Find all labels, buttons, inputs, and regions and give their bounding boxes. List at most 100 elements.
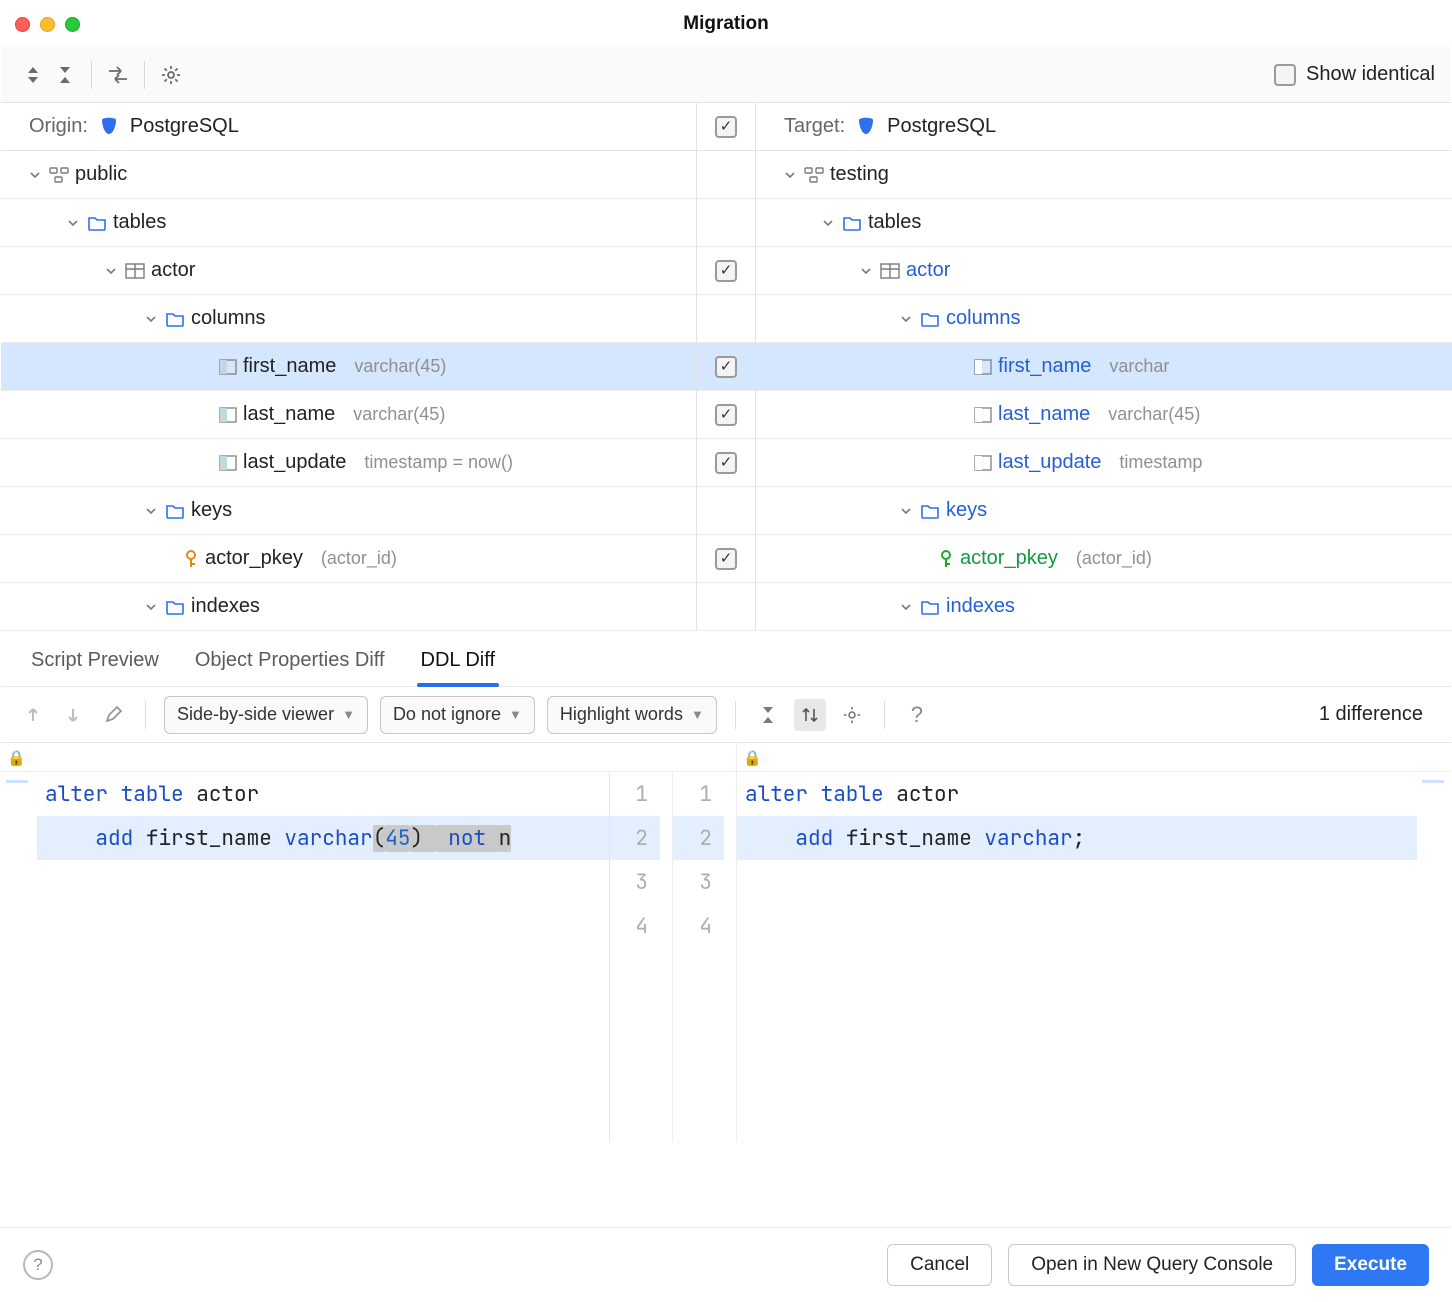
chevron-down-icon: ▼ xyxy=(342,707,355,722)
tree-column[interactable]: first_namevarchar(45) xyxy=(1,343,696,391)
tree-columns[interactable]: columns xyxy=(1,295,696,343)
tree-column[interactable]: last_updatetimestamp = now() xyxy=(1,439,696,487)
expand-all-icon[interactable] xyxy=(17,66,49,84)
tree-indexes[interactable]: indexes xyxy=(756,583,1452,631)
swap-icon[interactable] xyxy=(102,66,134,84)
cancel-button[interactable]: Cancel xyxy=(887,1244,992,1286)
checkbox-icon[interactable] xyxy=(715,404,737,426)
diff-count-label: 1 difference xyxy=(1319,703,1433,726)
tab-script preview[interactable]: Script Preview xyxy=(31,649,159,686)
tree-check[interactable] xyxy=(697,343,755,391)
edit-icon[interactable] xyxy=(99,706,127,724)
chevron-down-icon[interactable] xyxy=(105,265,119,277)
tree-tables[interactable]: tables xyxy=(1,199,696,247)
folder-icon xyxy=(842,215,862,231)
postgresql-icon xyxy=(855,116,877,138)
chevron-down-icon[interactable] xyxy=(145,601,159,613)
tab-object properties diff[interactable]: Object Properties Diff xyxy=(195,649,385,686)
gear-icon[interactable] xyxy=(155,65,187,85)
execute-button[interactable]: Execute xyxy=(1312,1244,1429,1286)
column-icon xyxy=(219,455,237,471)
tree-column-label: last_update xyxy=(998,451,1101,474)
tree-indexes[interactable]: indexes xyxy=(1,583,696,631)
tree-table[interactable]: actor xyxy=(756,247,1452,295)
show-identical-toggle[interactable]: Show identical xyxy=(1274,63,1435,86)
chevron-down-icon: ▼ xyxy=(509,707,522,722)
tree-keys[interactable]: keys xyxy=(756,487,1452,535)
ignore-dropdown[interactable]: Do not ignore ▼ xyxy=(380,696,535,734)
checkbox-icon[interactable] xyxy=(715,260,737,282)
chevron-down-icon[interactable] xyxy=(145,313,159,325)
checkbox-icon[interactable] xyxy=(715,356,737,378)
tree-schema[interactable]: public xyxy=(1,151,696,199)
chevron-down-icon[interactable] xyxy=(145,505,159,517)
tree-column[interactable]: last_updatetimestamp xyxy=(756,439,1452,487)
dialog-footer: ? Cancel Open in New Query Console Execu… xyxy=(1,1227,1451,1301)
tree-table[interactable]: actor xyxy=(1,247,696,295)
view-mode-dropdown[interactable]: Side-by-side viewer ▼ xyxy=(164,696,368,734)
tree-column[interactable]: last_namevarchar(45) xyxy=(1,391,696,439)
sync-scroll-icon[interactable] xyxy=(794,699,826,731)
lock-left: 🔒 xyxy=(1,743,736,771)
line-number: 3 xyxy=(610,860,660,904)
code-left[interactable]: alter table actor add first_name varchar… xyxy=(37,772,609,1142)
collapse-unchanged-icon[interactable] xyxy=(754,706,782,724)
open-console-button[interactable]: Open in New Query Console xyxy=(1008,1244,1296,1286)
tree-column-label: first_name xyxy=(998,355,1091,378)
folder-icon xyxy=(920,311,940,327)
tree-column-type: timestamp = now() xyxy=(364,452,513,473)
prev-diff-icon[interactable] xyxy=(19,707,47,723)
tree-table-label: actor xyxy=(151,259,195,282)
chevron-down-icon[interactable] xyxy=(900,505,914,517)
tree-keys[interactable]: keys xyxy=(1,487,696,535)
tree-check[interactable] xyxy=(697,151,755,199)
line-number: 4 xyxy=(610,904,660,948)
tree-column[interactable]: first_namevarchar xyxy=(756,343,1452,391)
tree-check[interactable] xyxy=(697,247,755,295)
help-icon[interactable]: ? xyxy=(23,1250,53,1280)
tree-key[interactable]: actor_pkey(actor_id) xyxy=(756,535,1452,583)
tree-columns[interactable]: columns xyxy=(756,295,1452,343)
chevron-down-icon[interactable] xyxy=(900,601,914,613)
readonly-row: 🔒 🔒 xyxy=(1,743,1451,772)
checkbox-icon[interactable] xyxy=(1274,64,1296,86)
chevron-down-icon[interactable] xyxy=(900,313,914,325)
code-right[interactable]: alter table actor add first_name varchar… xyxy=(737,772,1417,1142)
tree-check[interactable] xyxy=(697,535,755,583)
tree-schema[interactable]: testing xyxy=(756,151,1452,199)
tree-check[interactable] xyxy=(697,487,755,535)
checkbox-icon[interactable] xyxy=(715,548,737,570)
gear-icon[interactable] xyxy=(838,706,866,724)
chevron-down-icon[interactable] xyxy=(860,265,874,277)
tree-key[interactable]: actor_pkey(actor_id) xyxy=(1,535,696,583)
line-numbers-right: 1234 xyxy=(673,772,737,1142)
column-icon xyxy=(974,455,992,471)
tree-tables[interactable]: tables xyxy=(756,199,1452,247)
help-icon[interactable]: ? xyxy=(903,702,931,728)
tree-check[interactable] xyxy=(697,391,755,439)
tab-ddl diff[interactable]: DDL Diff xyxy=(421,649,495,686)
tree-check[interactable] xyxy=(697,199,755,247)
origin-cell: Origin: PostgreSQL xyxy=(1,103,696,150)
highlight-dropdown[interactable]: Highlight words ▼ xyxy=(547,696,717,734)
tree-schema-label: public xyxy=(75,163,127,186)
lock-right: 🔒 xyxy=(736,743,1452,771)
tree-check[interactable] xyxy=(697,295,755,343)
next-diff-icon[interactable] xyxy=(59,707,87,723)
checkbox-icon[interactable] xyxy=(715,116,737,138)
chevron-down-icon[interactable] xyxy=(67,217,81,229)
table-icon xyxy=(125,263,145,279)
line-number: 3 xyxy=(673,860,724,904)
tree-check[interactable] xyxy=(697,439,755,487)
chevron-down-icon[interactable] xyxy=(822,217,836,229)
collapse-all-icon[interactable] xyxy=(49,66,81,84)
checkbox-icon[interactable] xyxy=(715,452,737,474)
chevron-down-icon[interactable] xyxy=(784,169,798,181)
tree-column[interactable]: last_namevarchar(45) xyxy=(756,391,1452,439)
line-number: 1 xyxy=(673,772,724,816)
chevron-down-icon[interactable] xyxy=(29,169,43,181)
right-marker-gutter xyxy=(1417,772,1452,1142)
code-line: alter table actor xyxy=(737,772,1417,816)
folder-icon xyxy=(920,503,940,519)
tree-check[interactable] xyxy=(697,583,755,631)
